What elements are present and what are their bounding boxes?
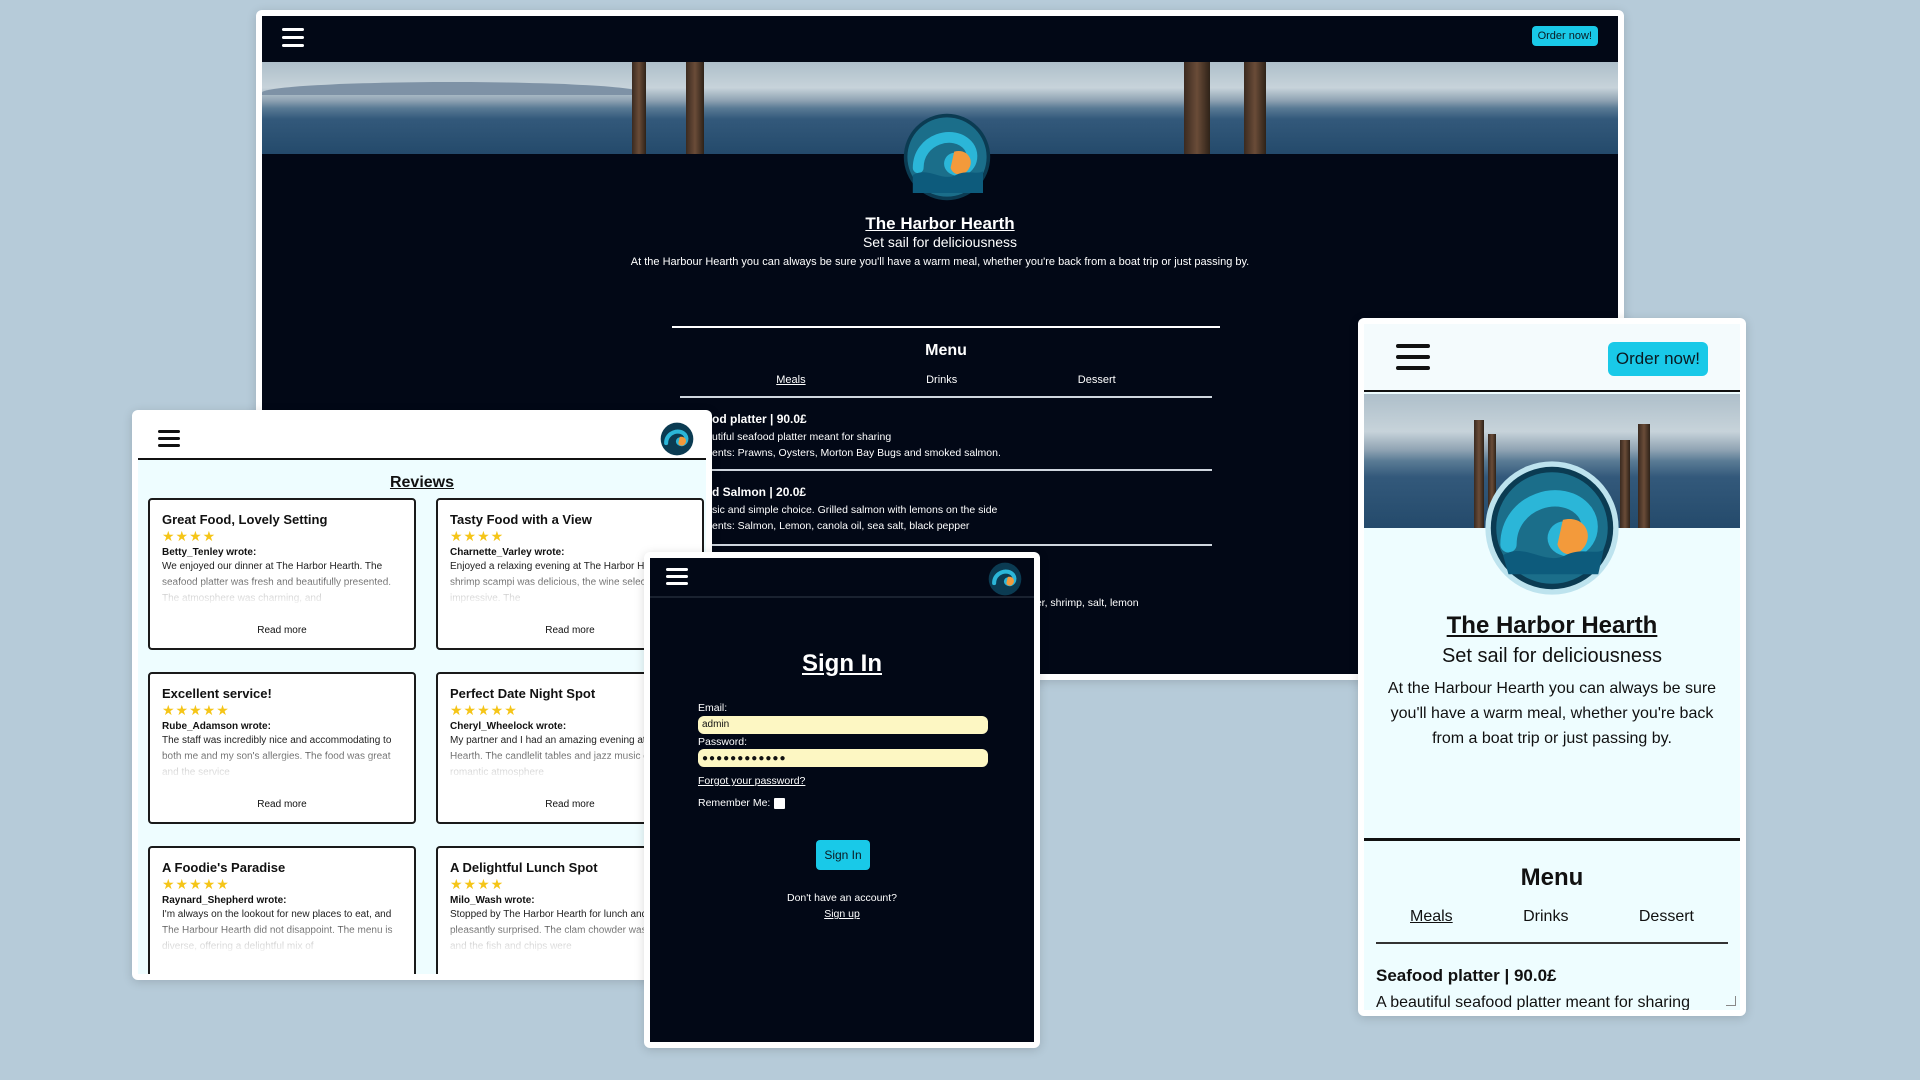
harbor-hearth-logo[interactable] <box>988 562 1022 596</box>
brand-tagline: Set sail for deliciousness <box>862 234 1018 250</box>
tabs-rule <box>1376 942 1728 944</box>
reviews-frame: Reviews Great Food, Lovely Setting ★★★★ … <box>132 410 712 980</box>
item-rule <box>680 469 1212 471</box>
menu-title: Menu <box>925 342 967 359</box>
mobile-frame: Order now! The Harbor Hearth Set sail fo… <box>1358 318 1746 1016</box>
star-rating-icon: ★★★★★ <box>162 702 230 718</box>
review-body: We enjoyed our dinner at The Harbor Hear… <box>162 561 392 604</box>
menu-item-ingredients: ents: Salmon, Lemon, canola oil, sea sal… <box>712 520 970 532</box>
review-author: Rube_Adamson wrote: <box>162 721 271 732</box>
menu-item-peek: per, shrimp, salt, lemon <box>1030 597 1139 609</box>
harbor-hearth-logo <box>902 112 992 202</box>
tab-drinks[interactable]: Drinks <box>926 374 957 386</box>
menu-item-ingredients: ents: Prawns, Oysters, Morton Bay Bugs a… <box>712 447 1001 459</box>
signin-title: Sign In <box>802 650 882 677</box>
no-account-text: Don't have an account? <box>787 892 897 904</box>
brand-description: At the Harbour Hearth you can always be … <box>1387 680 1717 747</box>
star-rating-icon: ★★★★ <box>450 528 505 544</box>
sign-up-link[interactable]: Sign up <box>650 908 1034 920</box>
review-title: Great Food, Lovely Setting <box>162 512 328 527</box>
tabs-rule <box>680 396 1212 398</box>
tab-drinks[interactable]: Drinks <box>1523 908 1568 926</box>
remember-me-label: Remember Me: <box>698 797 771 809</box>
sign-in-button[interactable]: Sign In <box>816 840 870 870</box>
hamburger-menu-icon[interactable] <box>666 568 688 585</box>
email-field[interactable] <box>698 715 988 734</box>
remember-me-checkbox[interactable] <box>774 797 786 809</box>
brand-name[interactable]: The Harbor Hearth <box>262 214 1618 234</box>
tab-meals[interactable]: Meals <box>1410 908 1453 926</box>
menu-item: od platter | 90.0£ utiful seafood platte… <box>712 412 1220 459</box>
brand-tagline: Set sail for deliciousness <box>1441 645 1663 667</box>
signin-frame: Sign In Email: Password: Forgot your pas… <box>644 552 1040 1048</box>
menu-item-title: Seafood platter | 90.0£ <box>1376 966 1557 985</box>
review-author: Raynard_Shepherd wrote: <box>162 895 287 906</box>
reviews-navbar <box>138 416 706 460</box>
reviews-page: Reviews Great Food, Lovely Setting ★★★★ … <box>138 416 706 974</box>
review-card: A Foodie's Paradise ★★★★★ Raynard_Shephe… <box>148 846 416 974</box>
remember-me-row: Remember Me: <box>698 797 998 809</box>
menu-top-rule <box>1364 838 1740 841</box>
brand-description: At the Harbour Hearth you can always be … <box>630 256 1250 268</box>
signin-navbar <box>650 558 1034 598</box>
harbor-hearth-logo <box>1484 460 1620 596</box>
menu-item-desc: A beautiful seafood platter meant for sh… <box>1376 994 1690 1010</box>
item-rule <box>680 544 1212 546</box>
read-more-link[interactable]: Read more <box>150 799 414 810</box>
desktop-navbar: Order now! <box>262 16 1618 62</box>
hamburger-menu-icon[interactable] <box>1396 344 1430 370</box>
order-now-button[interactable]: Order now! <box>1531 26 1598 46</box>
resize-handle-icon[interactable] <box>1726 996 1736 1006</box>
menu-top-rule <box>672 326 1220 328</box>
tab-dessert[interactable]: Dessert <box>1639 908 1694 926</box>
review-author: Betty_Tenley wrote: <box>162 547 257 558</box>
brand-name[interactable]: The Harbor Hearth <box>1364 612 1740 640</box>
review-card: Excellent service! ★★★★★ Rube_Adamson wr… <box>148 672 416 824</box>
menu-tabs: Meals Drinks Dessert <box>672 374 1220 386</box>
harbor-hearth-logo[interactable] <box>660 422 694 456</box>
menu-tabs: Meals Drinks Dessert <box>1384 908 1720 926</box>
mobile-navbar: Order now! <box>1364 324 1740 392</box>
tab-dessert[interactable]: Dessert <box>1078 374 1116 386</box>
forgot-password-link[interactable]: Forgot your password? <box>698 775 998 787</box>
review-body: The staff was incredibly nice and accomm… <box>162 735 392 778</box>
email-label: Email: <box>698 702 728 714</box>
review-title: Excellent service! <box>162 686 272 701</box>
review-title: Tasty Food with a View <box>450 512 592 527</box>
signin-form: Email: Password: Forgot your password? R… <box>698 702 998 809</box>
review-body: I'm always on the lookout for new places… <box>162 909 393 952</box>
star-rating-icon: ★★★★ <box>162 528 217 544</box>
review-card: Great Food, Lovely Setting ★★★★ Betty_Te… <box>148 498 416 650</box>
menu-item-title: od platter | 90.0£ <box>712 412 807 426</box>
password-label: Password: <box>698 735 748 748</box>
order-now-button[interactable]: Order now! <box>1607 342 1708 376</box>
hamburger-menu-icon[interactable] <box>282 28 304 47</box>
menu-item-title: d Salmon | 20.0£ <box>712 485 807 499</box>
signin-page: Sign In Email: Password: Forgot your pas… <box>650 558 1034 1042</box>
hamburger-menu-icon[interactable] <box>158 430 180 447</box>
menu-item-desc: sic and simple choice. Grilled salmon wi… <box>712 504 998 516</box>
password-field[interactable] <box>698 749 988 767</box>
mobile-page: Order now! The Harbor Hearth Set sail fo… <box>1364 324 1740 1010</box>
review-title: A Foodie's Paradise <box>162 860 286 875</box>
read-more-link[interactable]: Read more <box>150 625 414 636</box>
reviews-title: Reviews <box>389 474 455 491</box>
menu-item: d Salmon | 20.0£ sic and simple choice. … <box>712 485 1220 532</box>
tab-meals[interactable]: Meals <box>776 374 805 386</box>
star-rating-icon: ★★★★★ <box>162 876 230 892</box>
menu-title: Menu <box>1520 864 1584 891</box>
menu-item-desc: utiful seafood platter meant for sharing <box>712 431 892 443</box>
